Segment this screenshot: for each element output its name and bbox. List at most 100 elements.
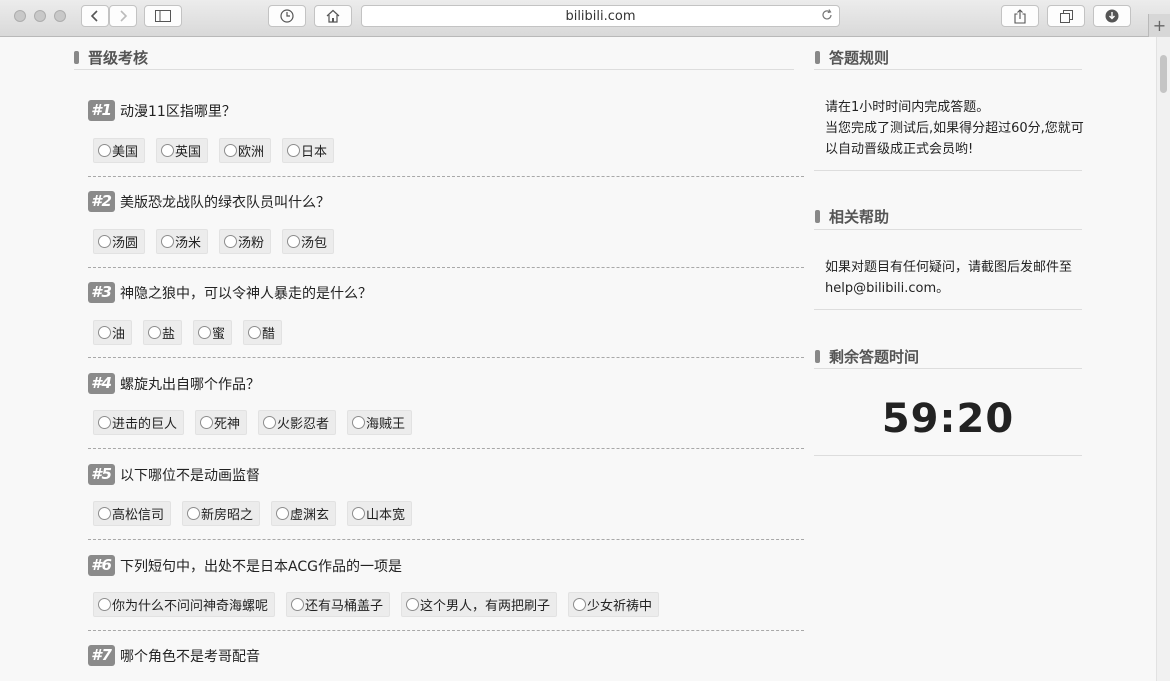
answer-option[interactable]: 欧洲 xyxy=(219,138,272,163)
rules-divider-bottom xyxy=(814,170,1082,171)
answer-option[interactable]: 醋 xyxy=(243,320,283,345)
history-button[interactable] xyxy=(268,5,306,27)
radio-icon[interactable] xyxy=(224,235,238,248)
answer-option[interactable]: 火影忍者 xyxy=(258,410,337,435)
answer-options: 美国 英国 欧洲 日本 xyxy=(93,138,345,163)
radio-icon[interactable] xyxy=(291,598,305,611)
answer-option[interactable]: 少女祈祷中 xyxy=(568,592,660,617)
help-divider-top xyxy=(814,229,1082,230)
radio-icon[interactable] xyxy=(98,235,111,248)
rules-text: 请在1小时时间内完成答题。 当您完成了测试后,如果得分超过60分,您就可 以自动… xyxy=(825,100,1084,157)
radio-icon[interactable] xyxy=(161,144,175,157)
timer-title: 剩余答题时间 xyxy=(815,346,919,367)
radio-icon[interactable] xyxy=(148,326,162,339)
home-button[interactable] xyxy=(314,5,352,27)
chevron-right-icon xyxy=(118,10,128,22)
zoom-window-button[interactable] xyxy=(54,10,66,22)
answer-option[interactable]: 进击的巨人 xyxy=(93,410,185,435)
question-number: #3 xyxy=(88,282,115,303)
radio-icon[interactable] xyxy=(573,598,587,611)
question-separator xyxy=(88,630,804,631)
sidebar-toggle-button[interactable] xyxy=(144,5,182,27)
section-marker-icon xyxy=(74,51,79,64)
answer-options: 你为什么不问问神奇海螺呢 还有马桶盖子 这个男人，有两把刷子 少女祈祷中 xyxy=(93,592,670,617)
answer-option[interactable]: 蜜 xyxy=(193,320,233,345)
radio-icon[interactable] xyxy=(187,507,201,520)
home-icon xyxy=(326,9,340,23)
answer-option[interactable]: 汤粉 xyxy=(219,229,272,254)
radio-icon[interactable] xyxy=(161,235,175,248)
close-window-button[interactable] xyxy=(14,10,26,22)
answer-option[interactable]: 汤包 xyxy=(282,229,335,254)
radio-icon[interactable] xyxy=(200,416,214,429)
share-icon xyxy=(1014,8,1026,24)
answer-option[interactable]: 新房昭之 xyxy=(182,501,261,526)
answer-option[interactable]: 美国 xyxy=(93,138,146,163)
question-title: #6 下列短句中，出处不是日本ACG作品的一项是 xyxy=(88,555,402,576)
question-number: #6 xyxy=(88,555,115,576)
question-title: #5 以下哪位不是动画监督 xyxy=(88,464,260,485)
browser-toolbar: bilibili.com + xyxy=(0,0,1170,37)
exam-section-title: 晋级考核 xyxy=(74,47,148,68)
question-title: #1 动漫11区指哪里？ xyxy=(88,100,236,121)
help-title: 相关帮助 xyxy=(815,206,889,227)
question-number: #4 xyxy=(88,373,115,394)
question-number: #5 xyxy=(88,464,115,485)
answer-option[interactable]: 山本宽 xyxy=(347,501,413,526)
answer-option[interactable]: 英国 xyxy=(156,138,209,163)
radio-icon[interactable] xyxy=(224,144,238,157)
reload-icon[interactable] xyxy=(821,9,833,25)
radio-icon[interactable] xyxy=(263,416,277,429)
answer-option[interactable]: 汤圆 xyxy=(93,229,146,254)
answer-option[interactable]: 你为什么不问问神奇海螺呢 xyxy=(93,592,276,617)
answer-option[interactable]: 这个男人，有两把刷子 xyxy=(401,592,558,617)
question-title: #4 螺旋丸出自哪个作品？ xyxy=(88,373,260,394)
question-number: #1 xyxy=(88,100,115,121)
question-separator xyxy=(88,539,804,540)
question-separator xyxy=(88,357,804,358)
answer-option[interactable]: 日本 xyxy=(282,138,335,163)
answer-option[interactable]: 虚渊玄 xyxy=(271,501,337,526)
radio-icon[interactable] xyxy=(198,326,212,339)
radio-icon[interactable] xyxy=(98,326,111,339)
new-tab-button[interactable]: + xyxy=(1148,14,1170,37)
countdown-timer: 59:20 xyxy=(881,396,1015,442)
radio-icon[interactable] xyxy=(98,507,111,520)
question-title: #2 美版恐龙战队的绿衣队员叫什么？ xyxy=(88,191,330,212)
page-scrollbar[interactable] xyxy=(1156,37,1170,681)
answer-option[interactable]: 盐 xyxy=(143,320,183,345)
question-separator xyxy=(88,267,804,268)
radio-icon[interactable] xyxy=(352,507,366,520)
question-number: #7 xyxy=(88,645,115,666)
forward-button[interactable] xyxy=(109,5,137,27)
back-button[interactable] xyxy=(81,5,109,27)
minimize-window-button[interactable] xyxy=(34,10,46,22)
question-title: #3 神隐之狼中，可以令神人暴走的是什么？ xyxy=(88,282,372,303)
section-marker-icon xyxy=(815,51,820,64)
tabs-overview-button[interactable] xyxy=(1047,5,1085,27)
answer-option[interactable]: 还有马桶盖子 xyxy=(286,592,391,617)
rules-title: 答题规则 xyxy=(815,47,889,68)
help-divider-bottom xyxy=(814,309,1082,310)
downloads-button[interactable] xyxy=(1093,5,1131,27)
scrollbar-thumb[interactable] xyxy=(1160,55,1167,93)
share-button[interactable] xyxy=(1001,5,1039,27)
url-text: bilibili.com xyxy=(565,8,636,24)
question-number: #2 xyxy=(88,191,115,212)
radio-icon[interactable] xyxy=(352,416,366,429)
answer-option[interactable]: 海贼王 xyxy=(347,410,413,435)
radio-icon[interactable] xyxy=(287,144,301,157)
answer-option[interactable]: 油 xyxy=(93,320,133,345)
radio-icon[interactable] xyxy=(98,416,111,429)
radio-icon[interactable] xyxy=(98,598,111,611)
radio-icon[interactable] xyxy=(248,326,262,339)
radio-icon[interactable] xyxy=(276,507,290,520)
radio-icon[interactable] xyxy=(98,144,111,157)
section-divider xyxy=(74,69,794,70)
answer-option[interactable]: 高松信司 xyxy=(93,501,172,526)
answer-option[interactable]: 死神 xyxy=(195,410,248,435)
address-bar[interactable]: bilibili.com xyxy=(361,5,840,27)
radio-icon[interactable] xyxy=(287,235,301,248)
answer-option[interactable]: 汤米 xyxy=(156,229,209,254)
radio-icon[interactable] xyxy=(406,598,420,611)
